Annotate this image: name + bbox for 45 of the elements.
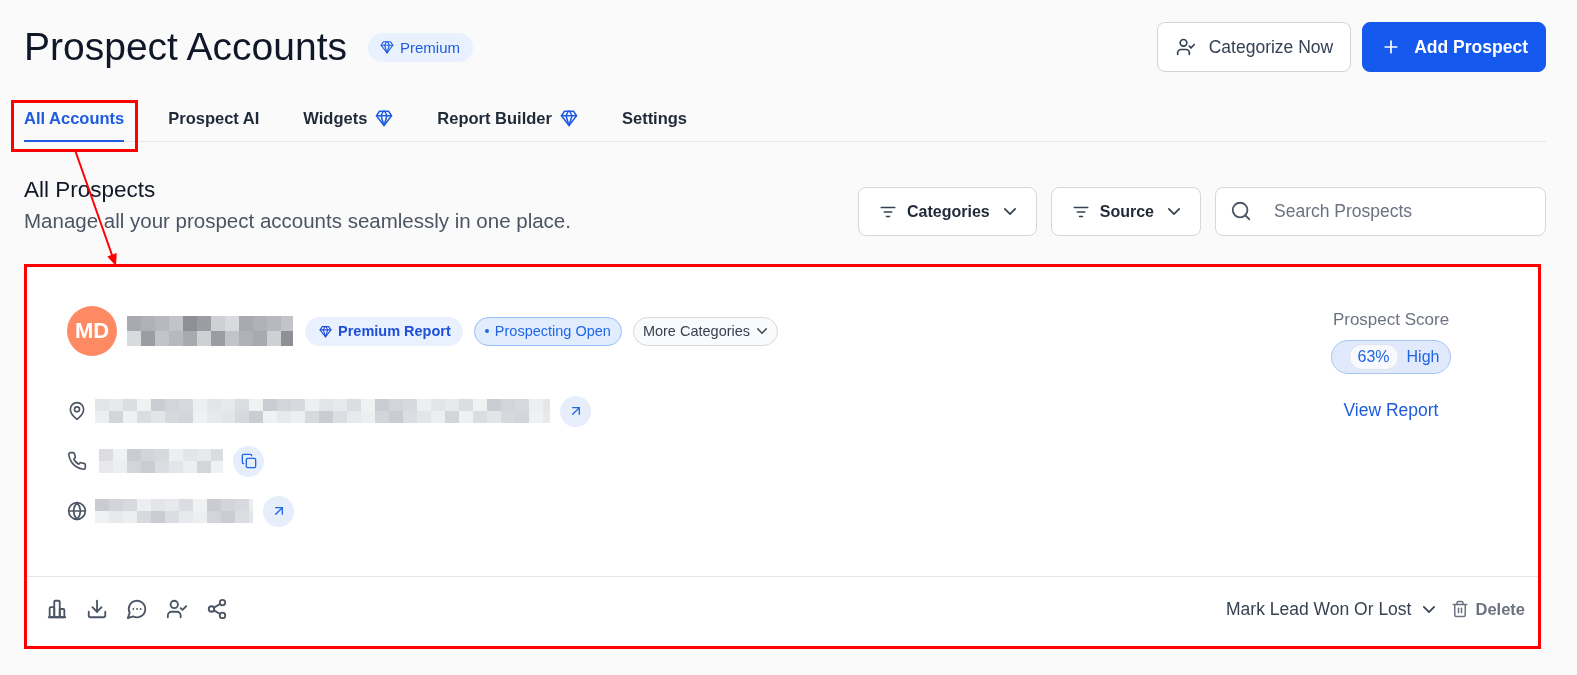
- filter-dropdown[interactable]: Categories: [858, 187, 1037, 236]
- chevron-down-icon: [1003, 208, 1016, 215]
- score-label: Prospect Score: [1332, 309, 1450, 331]
- page-title: Prospect Accounts: [24, 24, 347, 70]
- filter-dropdown[interactable]: Source: [1050, 187, 1201, 236]
- search-field[interactable]: Search Prospects: [1215, 187, 1546, 236]
- avatar-initials: MD: [67, 306, 117, 356]
- view-report-link[interactable]: View Report: [1343, 398, 1439, 422]
- lead-status-dropdown[interactable]: Mark Lead Won Or Lost: [1226, 598, 1436, 620]
- diamond-icon: [319, 324, 332, 338]
- categorize-button[interactable]: Categorize Now: [1156, 22, 1352, 72]
- trash-icon: [1451, 600, 1470, 618]
- score-rating: High: [1406, 348, 1440, 366]
- copy-button[interactable]: [233, 445, 264, 477]
- search-icon: [1230, 200, 1252, 222]
- status-tag: Prospecting Open: [473, 316, 622, 346]
- phone-icon: [67, 451, 87, 471]
- chevron-down-icon: [1168, 208, 1180, 215]
- diamond-icon: [380, 40, 394, 54]
- globe-icon: [67, 501, 87, 521]
- premium-badge: Premium: [368, 32, 474, 62]
- nav-tab[interactable]: Report Builder: [437, 100, 578, 142]
- add-button[interactable]: Add Prospect: [1362, 22, 1546, 72]
- open-link-button[interactable]: [560, 395, 591, 427]
- download-icon[interactable]: [86, 598, 108, 620]
- user-check-icon: [1175, 37, 1196, 57]
- nav-tab[interactable]: Widgets: [303, 100, 394, 142]
- share-icon[interactable]: [206, 598, 228, 620]
- chat-bubble-icon[interactable]: [126, 598, 148, 620]
- location-pin-icon: [67, 401, 87, 421]
- nav-tab[interactable]: Settings: [621, 100, 688, 142]
- open-link-button[interactable]: [263, 495, 294, 527]
- score-value: 63%: [1348, 344, 1399, 370]
- chevron-down-icon: [1423, 605, 1436, 613]
- bar-chart-icon[interactable]: [46, 598, 68, 620]
- premium-tag: Premium Report: [305, 316, 463, 346]
- status-dot-icon: [484, 329, 489, 333]
- copy-icon: [240, 453, 257, 469]
- delete-button[interactable]: Delete: [1451, 599, 1525, 619]
- user-check-icon[interactable]: [166, 598, 188, 620]
- nav-tab[interactable]: Prospect AI: [168, 100, 260, 142]
- nav-tab[interactable]: All Accounts: [24, 100, 125, 142]
- chevron-down-icon: [757, 328, 768, 334]
- section-subtitle: Manage all your prospect accounts seamlessly in one place.: [24, 208, 571, 234]
- categories-dropdown[interactable]: More Categories: [632, 316, 779, 346]
